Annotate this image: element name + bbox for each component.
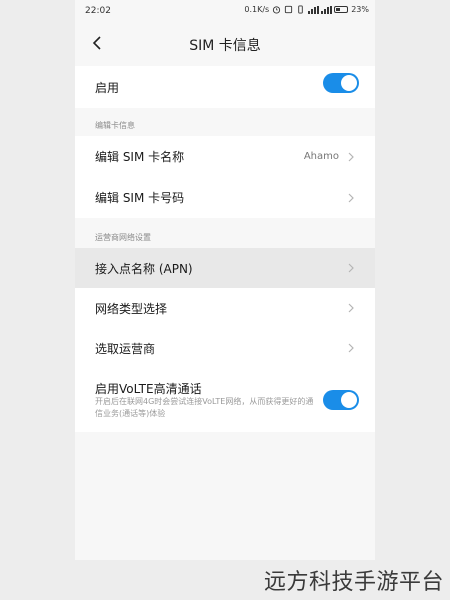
- network-speed: 0.1K/s: [244, 5, 270, 14]
- screen-backdrop: 22:02 0.1K/s 23% SIM 卡信息 启用 编辑卡信息 编辑 SIM…: [0, 0, 450, 600]
- status-bar: 22:02 0.1K/s 23%: [75, 0, 375, 22]
- enable-label: 启用: [95, 80, 120, 95]
- edit-sim-name-row[interactable]: 编辑 SIM 卡名称 Ahamo: [75, 136, 375, 177]
- chevron-right-icon: [348, 152, 354, 161]
- network-type-row[interactable]: 网络类型选择: [75, 288, 375, 328]
- volte-description: 开启后在联网4G时会尝试连接VoLTE网络，从而获得更好的通信业务(通话等)体验: [95, 397, 314, 418]
- volte-toggle[interactable]: [323, 390, 359, 410]
- chevron-right-icon: [348, 263, 354, 273]
- status-icons: 0.1K/s 23%: [244, 5, 369, 14]
- select-carrier-label: 选取运营商: [95, 341, 156, 356]
- enable-toggle[interactable]: [323, 73, 359, 93]
- chevron-right-icon: [348, 193, 354, 202]
- signal-icon: [308, 5, 319, 14]
- apn-row[interactable]: 接入点名称 (APN): [75, 248, 375, 288]
- page-title: SIM 卡信息: [189, 38, 261, 54]
- notification-icon: [285, 5, 293, 14]
- title-bar: SIM 卡信息: [75, 22, 375, 66]
- apn-label: 接入点名称 (APN): [95, 261, 193, 276]
- edit-sim-number-row[interactable]: 编辑 SIM 卡号码: [75, 177, 375, 218]
- section-header-carrier: 运营商网络设置: [95, 233, 151, 242]
- vibrate-icon: [298, 5, 303, 14]
- volte-title: 启用VoLTE高清通话: [95, 382, 202, 396]
- chevron-right-icon: [348, 343, 354, 353]
- battery-percent: 23%: [351, 5, 369, 14]
- section-header-edit: 编辑卡信息: [95, 121, 135, 130]
- alarm-icon: [273, 6, 281, 14]
- watermark-text: 远方科技手游平台: [263, 570, 444, 595]
- edit-card: 编辑 SIM 卡名称 Ahamo 编辑 SIM 卡号码: [75, 136, 375, 218]
- edit-sim-number-label: 编辑 SIM 卡号码: [95, 191, 185, 205]
- network-type-label: 网络类型选择: [95, 301, 168, 316]
- status-time: 22:02: [85, 6, 111, 16]
- carrier-card: 接入点名称 (APN) 网络类型选择 选取运营商: [75, 248, 375, 368]
- edit-sim-name-value: Ahamo: [303, 151, 339, 162]
- battery-icon: [334, 6, 349, 13]
- select-carrier-row[interactable]: 选取运营商: [75, 328, 375, 368]
- edit-sim-name-label: 编辑 SIM 卡名称: [95, 150, 185, 164]
- chevron-right-icon: [348, 303, 354, 313]
- enable-card: 启用: [75, 66, 375, 108]
- signal-icon-2: [321, 5, 332, 14]
- phone-screen: 22:02 0.1K/s 23% SIM 卡信息 启用 编辑卡信息 编辑 SIM…: [75, 0, 375, 560]
